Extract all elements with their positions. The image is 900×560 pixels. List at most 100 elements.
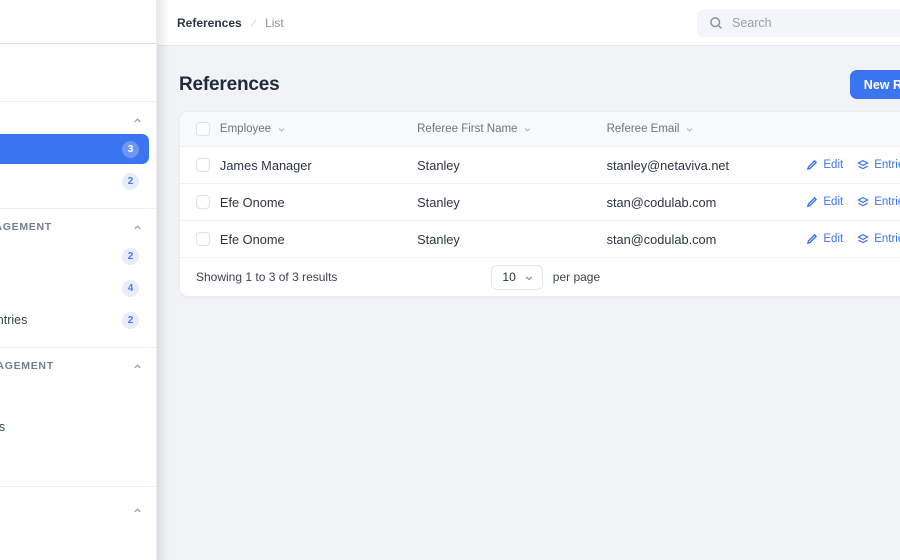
sidebar-badge: 4 <box>122 279 139 297</box>
table-row[interactable]: James Manager Stanley stanley@netaviva.n… <box>180 146 900 184</box>
sidebar-section-talent-management: TALENT MANAGEMENT Jobs 2 Applications 4 … <box>0 209 156 348</box>
breadcrumb-current[interactable]: References <box>177 16 242 30</box>
sidebar-item-organisations[interactable]: Organisations <box>0 412 149 442</box>
sidebar-badge: 3 <box>122 140 139 158</box>
row-checkbox[interactable] <box>196 232 210 246</box>
row-checkbox[interactable] <box>196 195 210 209</box>
sidebar-section-dashboard: Dashboard <box>0 44 156 102</box>
layers-icon <box>857 233 870 245</box>
edit-link[interactable]: Edit <box>806 233 843 245</box>
cell-referee-email: stanley@netaviva.net <box>606 146 806 184</box>
chevron-up-icon[interactable] <box>132 505 143 516</box>
pencil-icon <box>806 196 818 208</box>
cell-referee-first-name: Stanley <box>417 146 607 184</box>
search-placeholder: Search <box>732 16 772 30</box>
column-label: Referee First Name <box>417 123 518 135</box>
entries-link[interactable]: Entries <box>857 233 900 245</box>
edit-label: Edit <box>823 233 844 245</box>
results-count: Showing 1 to 3 of 3 results <box>196 270 338 284</box>
cell-referee-email: stan@codulab.com <box>606 183 806 221</box>
pencil-icon <box>806 159 818 171</box>
table-header: Employee Referee First Name Referee Emai… <box>180 112 900 147</box>
chevron-up-icon[interactable] <box>132 115 143 126</box>
new-reference-button[interactable]: New R <box>849 70 900 99</box>
sidebar-badge: 2 <box>122 172 139 190</box>
entries-label: Entries <box>874 233 900 245</box>
sidebar-bottom-section <box>0 487 156 516</box>
column-header-referee-first-name[interactable]: Referee First Name <box>417 112 607 147</box>
chevron-down-icon[interactable] <box>685 125 694 134</box>
entries-label: Entries <box>874 159 900 171</box>
entries-link[interactable]: Entries <box>857 196 900 208</box>
row-select-cell <box>180 183 220 221</box>
sidebar-item-screenings[interactable]: Screenings 2 <box>0 166 149 196</box>
search-icon <box>709 16 723 30</box>
chevron-down-icon[interactable] <box>277 125 286 134</box>
cell-actions: Edit Entries <box>805 220 900 258</box>
entries-link[interactable]: Entries <box>857 159 900 171</box>
chevron-up-icon[interactable] <box>132 361 143 372</box>
column-header-employee[interactable]: Employee <box>219 112 418 147</box>
table-body: James Manager Stanley stanley@netaviva.n… <box>180 146 900 258</box>
row-select-cell <box>180 220 220 258</box>
chevron-down-icon[interactable] <box>523 125 532 134</box>
table-header-row: Employee Referee First Name Referee Emai… <box>180 112 900 147</box>
sidebar-section-processes: PROCESSES References 3 Screenings 2 <box>0 102 156 209</box>
cell-employee: Efe Onome <box>219 183 418 221</box>
sidebar-item-dashboard[interactable]: Dashboard <box>0 60 149 89</box>
cell-employee: James Manager <box>219 146 418 184</box>
topbar: References / List Search <box>157 0 900 46</box>
page-title: References <box>179 73 280 95</box>
app-root: Dashboard PROCESSES References 3 Screeni… <box>0 0 900 560</box>
sidebar-section-header-talent-management[interactable]: TALENT MANAGEMENT <box>0 215 156 239</box>
cell-referee-first-name: Stanley <box>417 183 607 221</box>
sidebar-badge: 2 <box>122 247 139 265</box>
edit-label: Edit <box>823 159 844 171</box>
sidebar-header <box>0 0 156 44</box>
select-all-header <box>180 112 220 147</box>
per-page-label: per page <box>552 270 601 284</box>
pencil-icon <box>806 233 818 245</box>
sidebar-item-jobs[interactable]: Jobs 2 <box>0 241 149 271</box>
layers-icon <box>857 159 870 171</box>
references-table-card: Employee Referee First Name Referee Emai… <box>179 111 900 297</box>
row-select-cell <box>180 146 220 184</box>
edit-link[interactable]: Edit <box>806 196 843 208</box>
edit-label: Edit <box>823 196 844 208</box>
select-all-checkbox[interactable] <box>196 122 210 136</box>
sidebar-item-label: Candidate Entries <box>0 313 28 327</box>
sidebar-item-applications[interactable]: Applications 4 <box>0 273 149 303</box>
column-header-actions <box>805 112 900 147</box>
cell-actions: Edit Entries <box>805 146 900 184</box>
sidebar-section-people-management: PEOPLE MANAGEMENT Employees Organisation… <box>0 348 156 487</box>
cell-actions: Edit Entries <box>805 183 900 221</box>
sidebar-item-employees[interactable]: Employees <box>0 380 149 410</box>
column-label: Employee <box>219 123 272 135</box>
chevron-down-icon[interactable] <box>524 272 534 282</box>
sidebar-section-title: PEOPLE MANAGEMENT <box>0 360 54 372</box>
table-footer: Showing 1 to 3 of 3 results 10 per page <box>180 258 900 296</box>
edit-link[interactable]: Edit <box>806 159 843 171</box>
per-page-select[interactable]: 10 <box>491 264 543 290</box>
cell-employee: Efe Onome <box>219 220 418 258</box>
sidebar-item-label: Organisations <box>0 420 5 434</box>
search-input[interactable]: Search <box>697 9 900 37</box>
per-page-value: 10 <box>502 270 516 284</box>
sidebar-item-references[interactable]: References 3 <box>0 134 149 164</box>
sidebar-badge: 2 <box>122 311 139 329</box>
sidebar: Dashboard PROCESSES References 3 Screeni… <box>0 0 157 560</box>
chevron-up-icon[interactable] <box>132 222 143 233</box>
row-checkbox[interactable] <box>196 158 210 172</box>
sidebar-item-candidate-entries[interactable]: Candidate Entries 2 <box>0 305 149 335</box>
page-header: References New R <box>157 46 900 111</box>
table-row[interactable]: Efe Onome Stanley stan@codulab.com Edit <box>180 220 900 258</box>
cell-referee-email: stan@codulab.com <box>606 220 806 258</box>
sidebar-section-header-people-management[interactable]: PEOPLE MANAGEMENT <box>0 354 156 378</box>
table-row[interactable]: Efe Onome Stanley stan@codulab.com Edit <box>180 183 900 221</box>
breadcrumb-sub[interactable]: List <box>265 16 284 30</box>
sidebar-item-departments[interactable]: Departments <box>0 444 149 474</box>
column-header-referee-email[interactable]: Referee Email <box>606 112 806 147</box>
breadcrumb: References / List <box>177 15 284 30</box>
sidebar-section-header-processes[interactable]: PROCESSES <box>0 108 156 132</box>
breadcrumb-separator: / <box>249 15 258 30</box>
